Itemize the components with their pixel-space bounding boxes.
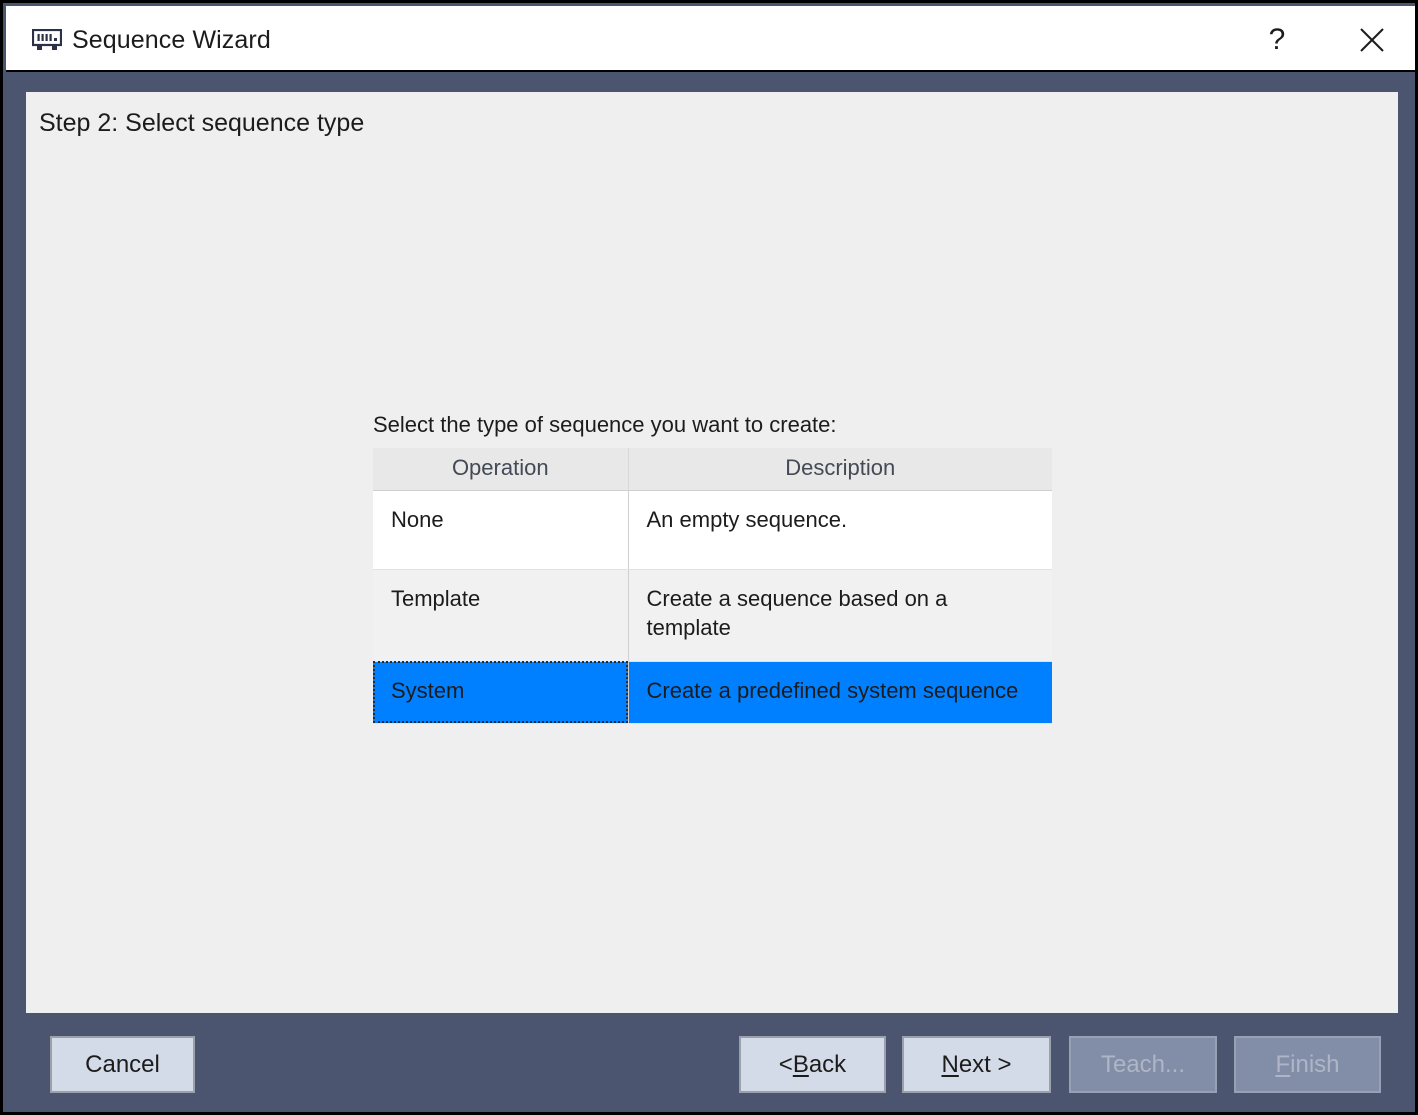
finish-button: Finish [1234, 1036, 1381, 1093]
next-label-rest: ext > [959, 1053, 1012, 1077]
wizard-content-panel: Step 2: Select sequence type Select the … [26, 92, 1398, 1013]
column-header-description[interactable]: Description [628, 448, 1052, 491]
back-label-rest: ack [809, 1053, 846, 1077]
teach-button: Teach... [1069, 1036, 1217, 1093]
back-button[interactable]: < Back [739, 1036, 886, 1093]
column-header-operation[interactable]: Operation [373, 448, 628, 491]
sequence-type-table[interactable]: Operation Description None An empty sequ… [373, 448, 1052, 724]
sequence-type-selector: Select the type of sequence you want to … [373, 412, 1053, 724]
close-icon [1357, 25, 1387, 55]
cancel-button[interactable]: Cancel [50, 1036, 195, 1093]
back-label-prefix: < [779, 1053, 793, 1077]
table-row-selected[interactable]: System Create a predefined system sequen… [373, 661, 1052, 723]
cell-description: An empty sequence. [628, 491, 1052, 570]
table-header-row: Operation Description [373, 448, 1052, 491]
cell-description: Create a predefined system sequence [628, 661, 1052, 723]
cell-operation: System [373, 661, 628, 723]
title-bar: Sequence Wizard ? [6, 6, 1418, 72]
cell-operation: Template [373, 570, 628, 662]
finish-label-rest: inish [1290, 1053, 1339, 1077]
finish-label-accel: F [1275, 1053, 1290, 1077]
window-title: Sequence Wizard [72, 26, 271, 55]
memory-module-icon [32, 29, 62, 53]
next-button[interactable]: Next > [902, 1036, 1051, 1093]
page-title: Step 2: Select sequence type [39, 109, 364, 138]
table-row[interactable]: None An empty sequence. [373, 491, 1052, 570]
back-label-accel: B [793, 1053, 809, 1077]
cell-description: Create a sequence based on a template [628, 570, 1052, 662]
wizard-footer: Cancel < Back Next > Teach... Finish [6, 1013, 1418, 1113]
next-label-accel: N [941, 1053, 958, 1077]
table-row[interactable]: Template Create a sequence based on a te… [373, 570, 1052, 662]
close-button[interactable] [1341, 9, 1403, 71]
prompt-label: Select the type of sequence you want to … [373, 412, 1053, 438]
help-button[interactable]: ? [1246, 9, 1308, 71]
sequence-wizard-window: Sequence Wizard ? Step 2: Select sequenc… [0, 0, 1418, 1115]
cell-operation: None [373, 491, 628, 570]
